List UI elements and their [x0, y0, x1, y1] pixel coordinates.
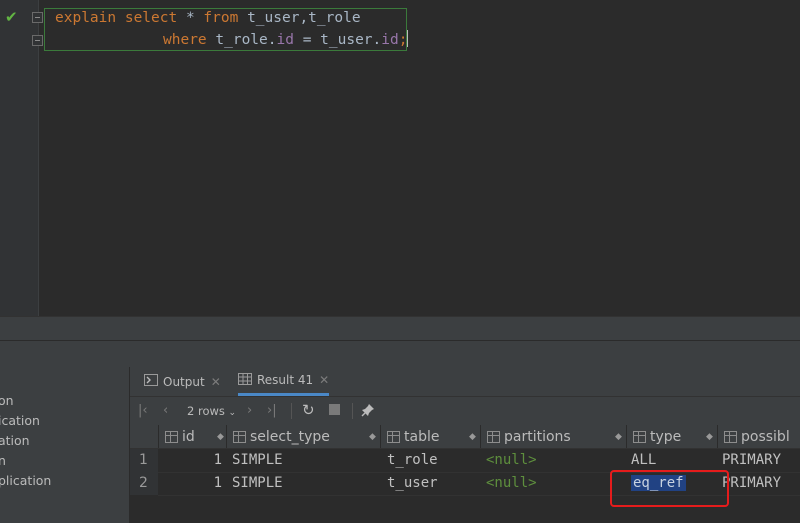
grid-header: id ◆ select_type ◆ table ◆ partitions ◆ … [130, 425, 800, 449]
code-token: id [381, 32, 399, 48]
services-panel-header [0, 340, 800, 368]
column-header-table[interactable]: table ◆ [380, 425, 481, 448]
sort-icon[interactable]: ◆ [615, 432, 622, 442]
code-token: explain select [55, 10, 186, 26]
cell-type[interactable]: ALL [631, 449, 715, 472]
column-header-id[interactable]: id ◆ [158, 425, 227, 448]
column-header-select-type[interactable]: select_type ◆ [226, 425, 381, 448]
cell-id[interactable]: 1 [158, 449, 222, 472]
fold-marker-icon[interactable] [32, 35, 43, 46]
rows-count-label: 2 rows [187, 404, 225, 418]
cell-possible-keys[interactable]: PRIMARY [722, 449, 800, 472]
annotation-highlight-box [610, 470, 729, 507]
first-page-icon[interactable]: |‹ [138, 403, 148, 418]
editor-statusbar [0, 316, 800, 341]
column-header-label: partitions [504, 428, 571, 445]
table-grid-icon [238, 372, 252, 388]
row-number: 2 [130, 472, 158, 495]
output-icon [144, 374, 158, 389]
cell-partitions[interactable]: <null> [486, 472, 624, 495]
sort-icon[interactable]: ◆ [217, 432, 224, 442]
code-line-2[interactable]: where t_role.id = t_user.id; [163, 30, 409, 50]
code-line-1[interactable]: explain select * from t_user,t_role [55, 8, 361, 28]
cell-table[interactable]: t_user [387, 472, 479, 495]
table-row[interactable]: 1 1 SIMPLE t_role <null> ALL PRIMARY [130, 449, 800, 472]
refresh-icon[interactable]: ↻ [302, 401, 315, 419]
tab-result-label: Result 41 [257, 373, 314, 387]
last-page-icon[interactable]: ›| [267, 403, 277, 418]
column-header-label: id [182, 428, 195, 445]
close-icon[interactable]: ✕ [319, 373, 329, 387]
toolbar-divider [352, 403, 353, 419]
column-icon [487, 430, 500, 443]
chevron-down-icon: ⌄ [228, 408, 237, 418]
column-header-label: type [650, 428, 682, 445]
next-page-icon[interactable]: › [247, 403, 252, 418]
code-token: from [203, 10, 248, 26]
column-icon [233, 430, 246, 443]
column-header-label: table [404, 428, 440, 445]
services-tree-item[interactable]: ication [0, 413, 40, 428]
stop-icon[interactable] [329, 404, 340, 419]
cell-id[interactable]: 1 [158, 472, 222, 495]
sort-icon[interactable]: ◆ [706, 432, 713, 442]
code-token: id [276, 32, 294, 48]
cell-select-type[interactable]: SIMPLE [232, 449, 378, 472]
sort-icon[interactable]: ◆ [369, 432, 376, 442]
cell-possible-keys[interactable]: PRIMARY [722, 472, 800, 495]
column-header-label: select_type [250, 428, 330, 445]
column-icon [387, 430, 400, 443]
column-header-partitions[interactable]: partitions ◆ [480, 425, 627, 448]
tab-output[interactable]: Output ✕ [144, 367, 221, 396]
code-token: = t_user. [293, 32, 382, 48]
services-tree-item[interactable]: plication [0, 473, 51, 488]
prev-page-icon[interactable]: ‹ [163, 403, 168, 418]
results-tabs: Output ✕ Result 41 ✕ [130, 367, 800, 397]
services-tree-item[interactable]: n [0, 453, 6, 468]
column-header-label: possibl [741, 428, 790, 445]
text-caret [407, 30, 409, 47]
column-header-type[interactable]: type ◆ [626, 425, 718, 448]
sql-editor[interactable]: ✔ explain select * from t_user,t_role wh… [0, 0, 800, 316]
code-token: where [163, 32, 216, 48]
row-number: 1 [130, 449, 158, 472]
editor-gutter: ✔ [0, 0, 43, 316]
rows-count-dropdown[interactable]: 2 rows ⌄ [187, 404, 236, 418]
close-icon[interactable]: ✕ [211, 375, 221, 389]
services-tree-item[interactable]: on [0, 393, 14, 408]
services-tree: on ication ation n plication [0, 367, 130, 523]
results-toolbar: |‹ ‹ 2 rows ⌄ › ›| ↻ [130, 397, 800, 424]
fold-marker-icon[interactable] [32, 12, 43, 23]
code-token: ; [398, 32, 408, 48]
pin-icon[interactable] [361, 403, 375, 421]
checkmark-icon: ✔ [5, 8, 18, 26]
sort-icon[interactable]: ◆ [469, 432, 476, 442]
cell-partitions[interactable]: <null> [486, 449, 624, 472]
code-token: t_user,t_role [247, 10, 361, 26]
tab-output-label: Output [163, 374, 205, 389]
code-token: t_role. [215, 32, 277, 48]
cell-table[interactable]: t_role [387, 449, 479, 472]
toolbar-divider [291, 403, 292, 419]
column-header-possible-keys[interactable]: possibl [717, 425, 800, 448]
cell-select-type[interactable]: SIMPLE [232, 472, 378, 495]
services-tree-item[interactable]: ation [0, 433, 30, 448]
column-icon [724, 430, 737, 443]
code-token: * [185, 10, 204, 26]
tab-result-41[interactable]: Result 41 ✕ [238, 367, 330, 396]
column-icon [165, 430, 178, 443]
column-icon [633, 430, 646, 443]
